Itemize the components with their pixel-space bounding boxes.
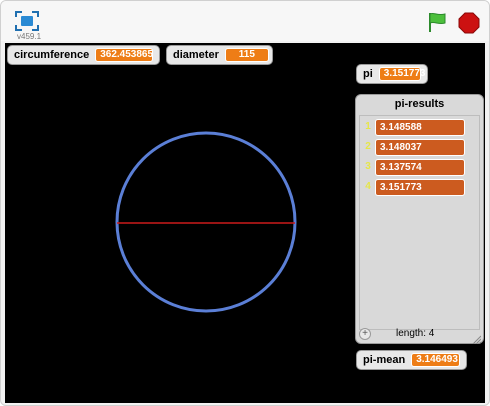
stop-sign-icon[interactable]	[458, 12, 480, 34]
pi-label: pi	[363, 68, 373, 80]
fullscreen-icon[interactable]	[15, 11, 39, 31]
scratch-player-frame: v459.1 circumference 362.453865 diameter…	[0, 0, 490, 406]
version-label: v459.1	[17, 32, 42, 41]
pi-value: 3.151773	[378, 67, 426, 81]
list-item-value[interactable]: 3.148588	[375, 119, 465, 136]
list-item[interactable]: 4 3.151773	[360, 178, 478, 198]
diameter-label: diameter	[173, 49, 219, 61]
resize-handle-icon[interactable]	[471, 331, 482, 345]
list-body[interactable]: 1 3.148588 2 3.148037 3 3.137574 4 3.151…	[359, 115, 480, 330]
circumference-label: circumference	[14, 49, 90, 61]
list-item[interactable]: 1 3.148588	[360, 118, 478, 138]
add-item-button[interactable]: +	[359, 328, 371, 340]
pi-mean-watcher[interactable]: pi-mean 3.146493	[356, 350, 467, 370]
diameter-value: 115	[224, 48, 269, 62]
green-flag-icon[interactable]	[426, 11, 448, 33]
list-item-index: 3	[365, 161, 371, 172]
list-item-value[interactable]: 3.137574	[375, 159, 465, 176]
list-item[interactable]: 3 3.137574	[360, 158, 478, 178]
stage[interactable]: circumference 362.453865 diameter 115 pi…	[5, 43, 485, 403]
pi-mean-label: pi-mean	[363, 354, 406, 366]
list-length-label: length: 4	[396, 328, 435, 339]
pi-results-list[interactable]: pi-results 1 3.148588 2 3.148037 3 3.137…	[355, 94, 484, 345]
pi-mean-value: 3.146493	[411, 353, 460, 367]
diameter-watcher[interactable]: diameter 115	[166, 45, 273, 65]
list-item-index: 1	[365, 121, 371, 132]
player-toolbar: v459.1	[1, 1, 489, 41]
list-item-index: 4	[365, 181, 371, 192]
circle-shape	[115, 131, 297, 313]
pi-watcher[interactable]: pi 3.151773	[356, 64, 428, 84]
list-item[interactable]: 2 3.148037	[360, 138, 478, 158]
circumference-watcher[interactable]: circumference 362.453865	[7, 45, 160, 65]
list-item-value[interactable]: 3.148037	[375, 139, 465, 156]
circumference-value: 362.453865	[95, 48, 153, 62]
list-item-value[interactable]: 3.151773	[375, 179, 465, 196]
list-item-index: 2	[365, 141, 371, 152]
list-title: pi-results	[394, 98, 445, 110]
